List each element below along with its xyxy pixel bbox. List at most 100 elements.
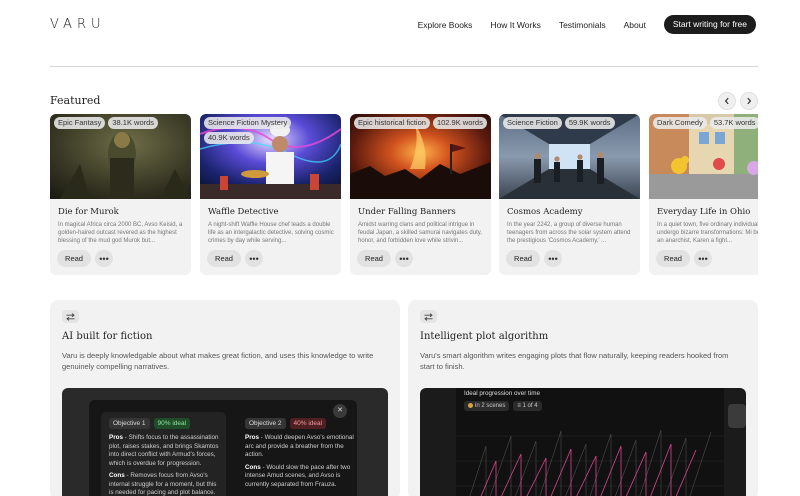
objective-body: Pros - Shifts focus to the assassination… [109,434,221,496]
book-description: In magical Africa circa 2000 BC, Avso Ke… [58,222,183,244]
ellipsis-icon: ••• [698,253,708,264]
cons-text: - Would slow the pace after two intense … [245,463,351,488]
book-card-under-falling-banners[interactable]: Epic historical fiction 102.9K words Und… [350,114,491,275]
status-dot-icon [468,402,473,408]
objective-header: Objective 2 40% ideal [245,418,330,429]
cons-label: Cons [109,472,125,479]
objective-card-1[interactable]: Objective 1 90% ideal Pros - Shifts focu… [101,412,226,496]
swap-arrows-icon [420,310,437,323]
scenes-chip-label: in 2 scenes [475,403,506,409]
objective-header: Objective 1 90% ideal [109,418,194,429]
feature-card-ai-fiction: AI built for fiction Varu is deeply know… [50,300,400,496]
feature-card-plot-algorithm: Intelligent plot algorithm Varu's smart … [408,300,758,496]
book-tags: Epic historical fiction 102.9K words [354,117,491,132]
book-description: In a quiet town, five ordinary individua… [657,222,758,244]
more-options-button[interactable]: ••• [544,250,562,267]
book-card-die-for-murok[interactable]: Epic Fantasy 38.1K words Die for Murok I… [50,114,191,275]
book-title: Cosmos Academy [507,207,583,217]
ellipsis-icon: ••• [99,253,109,264]
book-card-everyday-life-in-ohio[interactable]: Dark Comedy 53.7K words Everyday Life in… [649,114,758,275]
book-tags: Dark Comedy 53.7K words [653,117,758,132]
objective-label: Objective 2 [245,418,286,429]
book-description: A night-shift Waffle House chef leads a … [208,222,334,244]
book-card-cosmos-academy[interactable]: Science Fiction 59.9K words Cosmos Acade… [499,114,640,275]
ellipsis-icon: ••• [249,253,259,264]
pros-label: Pros [245,434,259,441]
genre-tag: Science Fiction [503,117,562,129]
plot-panel: Ideal progression over time in 2 scenes … [456,388,724,496]
book-tags: Science Fiction 59.9K words [503,117,640,132]
genre-tag: Epic historical fiction [354,117,430,129]
more-options-button[interactable]: ••• [95,250,113,267]
read-button[interactable]: Read [656,250,690,267]
carousel-prev-button[interactable] [718,92,736,110]
ellipsis-icon: ••• [399,253,409,264]
step-chip-label: 1 of 4 [522,403,538,409]
read-button[interactable]: Read [57,250,91,267]
book-title: Waffle Detective [208,207,279,217]
read-button[interactable]: Read [357,250,391,267]
cons-label: Cons [245,463,261,471]
read-button[interactable]: Read [506,250,540,267]
avatar [728,404,746,428]
header-divider [50,66,758,67]
book-tags: Epic Fantasy 38.1K words [54,117,191,132]
more-options-button[interactable]: ••• [694,250,712,267]
objective-score-badge: 40% ideal [289,418,327,429]
scenes-chip[interactable]: in 2 scenes [464,401,510,411]
feature-description: Varu's smart algorithm writes engaging p… [420,351,729,371]
feature-title: Intelligent plot algorithm [420,331,549,342]
nav-link-testimonials[interactable]: Testimonials [559,20,606,30]
step-chip[interactable]: ≡ 1 of 4 [513,401,542,411]
genre-tag: Dark Comedy [653,117,707,129]
chevron-right-icon [747,97,752,105]
book-card-waffle-detective[interactable]: Science Fiction Mystery 40.9K words Waff… [200,114,341,275]
feature-title: AI built for fiction [62,331,153,342]
book-tags: Science Fiction Mystery 40.9K words [204,117,341,147]
varu-logo[interactable]: VARU [50,17,106,32]
top-nav: VARU Explore Books How It Works Testimon… [0,0,800,50]
word-count-tag: 102.9K words [432,117,487,129]
nav-link-about[interactable]: About [624,20,646,30]
more-options-button[interactable]: ••• [245,250,263,267]
feature-description: Varu is deeply knowledgable about what m… [62,351,374,371]
chevron-left-icon [724,97,729,105]
book-title: Under Falling Banners [358,207,456,217]
genre-tag: Science Fiction Mystery [204,117,292,129]
objective-score-badge: 90% ideal [153,418,191,429]
featured-heading: Featured [50,94,101,107]
word-count-tag: 53.7K words [709,117,758,129]
nav-link-how-it-works[interactable]: How It Works [490,20,540,30]
objective-card-2[interactable]: Objective 2 40% ideal Pros - Would deepe… [237,412,362,496]
book-description: Amidst warring clans and political intri… [358,222,482,244]
progression-graph [456,429,724,496]
objectives-panel: Objective 1 90% ideal Pros - Shifts focu… [89,400,357,496]
start-writing-button[interactable]: Start writing for free [663,15,756,34]
book-description: In the year 2242, a group of diverse hum… [507,222,631,244]
objective-label: Objective 1 [109,418,150,429]
read-button[interactable]: Read [207,250,241,267]
swap-arrows-icon [62,310,79,323]
plot-demo: Ideal progression over time in 2 scenes … [420,388,746,496]
cons-text: - Removes focus from Avso's internal str… [109,472,217,496]
word-count-tag: 40.9K words [204,132,254,144]
plot-title: Ideal progression over time [464,390,540,397]
nav-link-explore-books[interactable]: Explore Books [418,20,473,30]
carousel-next-button[interactable] [740,92,758,110]
word-count-tag: 38.1K words [108,117,159,129]
pros-text: - Would deepen Avso's emotional arc and … [245,434,354,458]
pros-text: - Shifts focus to the assassination plot… [109,434,219,467]
word-count-tag: 59.9K words [564,117,615,129]
book-title: Die for Murok [58,207,119,217]
book-title: Everyday Life in Ohio [657,207,751,217]
nav-links: Explore Books How It Works Testimonials … [418,15,756,34]
more-options-button[interactable]: ••• [395,250,413,267]
objectives-demo: Objective 1 90% ideal Pros - Shifts focu… [62,388,388,496]
pros-label: Pros [109,434,123,441]
ellipsis-icon: ••• [548,253,558,264]
close-button[interactable]: ✕ [333,404,347,418]
featured-carousel: Epic Fantasy 38.1K words Die for Murok I… [50,114,758,276]
plot-chips: in 2 scenes ≡ 1 of 4 [464,401,546,411]
objective-body: Pros - Would deepen Avso's emotional arc… [245,434,357,489]
genre-tag: Epic Fantasy [54,117,106,129]
